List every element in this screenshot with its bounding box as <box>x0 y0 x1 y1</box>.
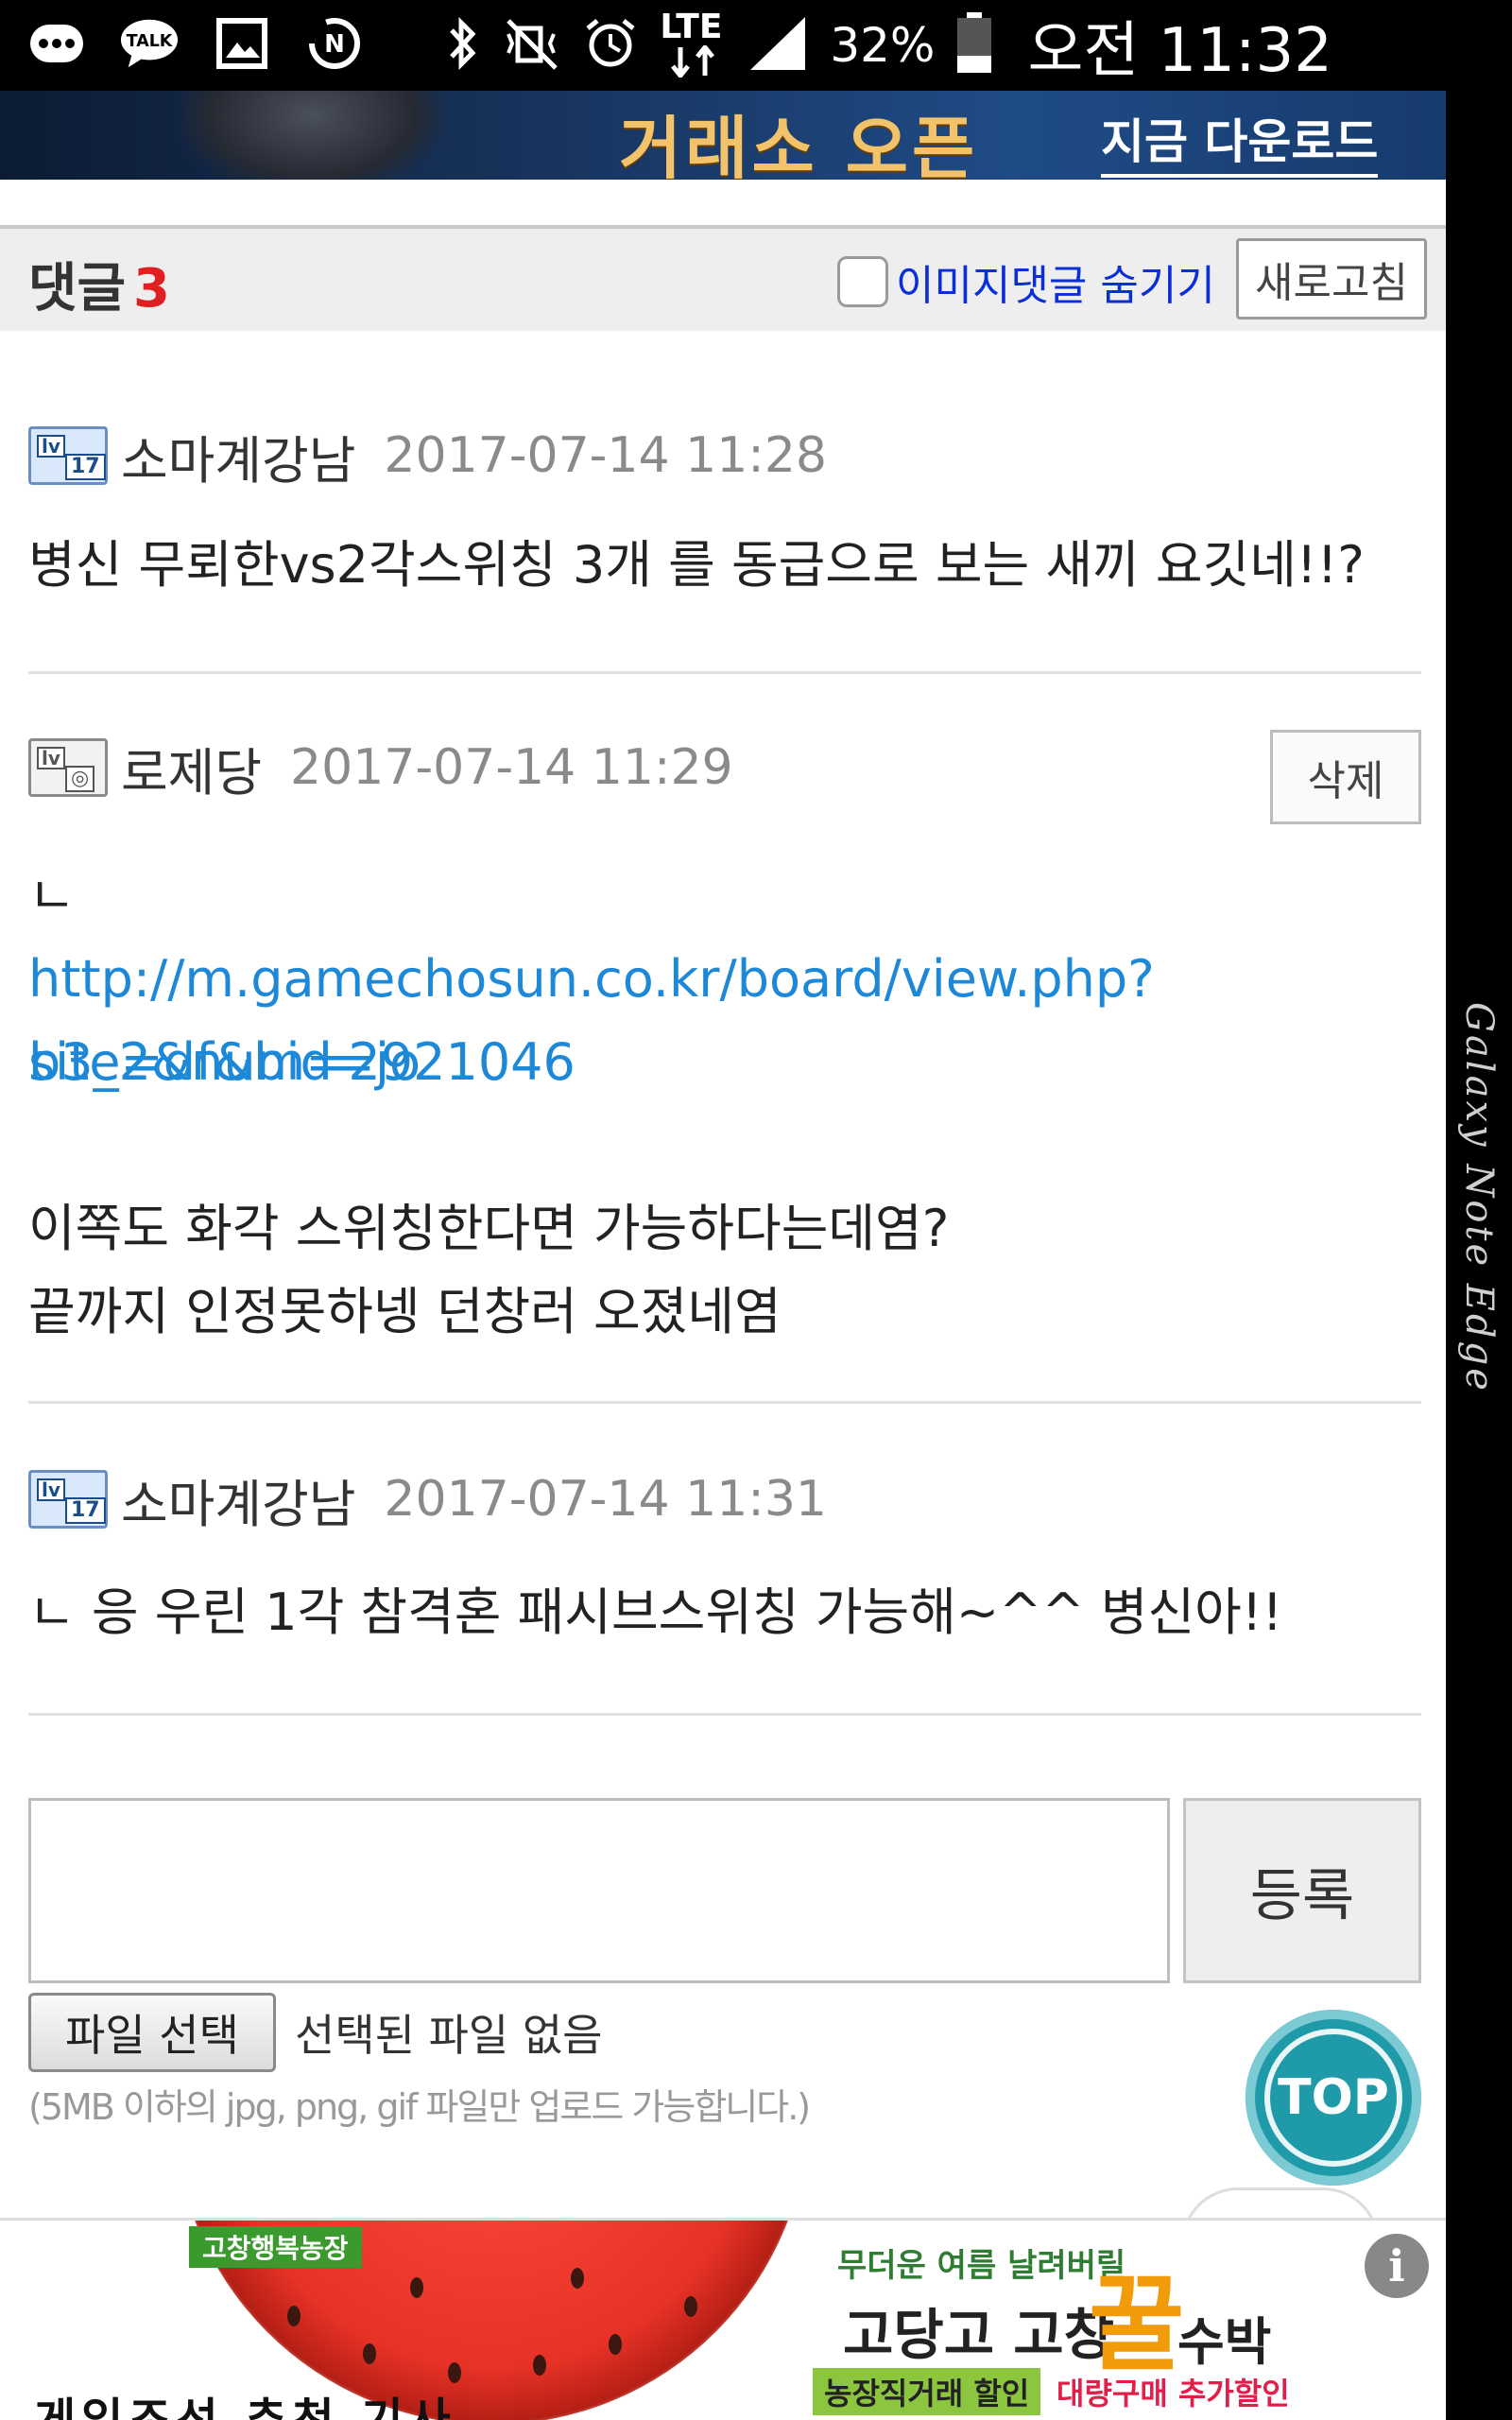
lte-label: LTE <box>660 8 723 46</box>
ad-copy-line1: 무더운 여름 날려버릴 <box>837 2247 1126 2285</box>
file-status-text: 선택된 파일 없음 <box>295 2010 603 2061</box>
mute-icon <box>503 15 561 76</box>
naver-icon-label: N <box>324 30 345 59</box>
file-select-button[interactable]: 파일 선택 <box>28 1993 276 2072</box>
ad-figure-image <box>180 91 444 180</box>
level-badge-b: ◎ <box>65 766 95 792</box>
comment-divider <box>28 671 1421 674</box>
more-icon <box>26 13 87 74</box>
comments-title: 댓글 3 <box>28 246 170 322</box>
ad-copy-line3: 수박 <box>1177 2312 1272 2372</box>
comment-item: lv 17 소마계강남 2017-07-14 11:28 병신 무뢰한vs2각스위… <box>28 418 1421 626</box>
ad-title: 거래소 오픈 <box>619 109 979 180</box>
clock: 오전 11:32 <box>1027 16 1332 86</box>
level-badge-icon: lv 17 <box>28 426 108 485</box>
comment-author[interactable]: 소마계강남 <box>121 419 355 493</box>
web-page[interactable]: 거래소 오픈 지금 다운로드 댓글 3 이미지댓글 숨기기 새로고침 lv 17 소… <box>0 91 1446 2420</box>
comment-divider <box>28 1713 1421 1716</box>
refresh-button[interactable]: 새로고침 <box>1236 238 1427 320</box>
file-upload-note: (5MB 이하의 jpg, png, gif 파일만 업로드 가능합니다.) <box>28 2086 811 2128</box>
comment-text: ㄴ <box>28 866 76 925</box>
ad-info-icon[interactable]: i <box>1365 2234 1429 2298</box>
comment-textarea[interactable] <box>28 1798 1170 1983</box>
comment-header: lv 17 소마계강남 2017-07-14 11:31 <box>28 1461 827 1537</box>
comments-label: 댓글 <box>28 258 127 320</box>
comment-divider <box>28 1401 1421 1404</box>
comments-header: 댓글 3 이미지댓글 숨기기 새로고침 <box>0 225 1446 331</box>
gallery-icon <box>212 13 272 74</box>
comment-author[interactable]: 로제당 <box>121 731 262 805</box>
comment-date: 2017-07-14 11:28 <box>384 427 827 484</box>
ad-honey-text: 꿀 <box>1089 2264 1185 2385</box>
scroll-to-top-button[interactable]: TOP <box>1246 2010 1421 2186</box>
comment-link[interactable]: b3_2&num=2921046 <box>28 1021 576 1104</box>
comments-count: 3 <box>133 258 171 320</box>
comment-item: lv 17 소마계강남 2017-07-14 11:31 ㄴ 응 우린 1각 참격… <box>28 1461 1421 1669</box>
file-upload-row: 파일 선택 선택된 파일 없음 <box>28 1993 602 2072</box>
level-badge-a: lv <box>37 435 65 458</box>
comment-author[interactable]: 소마계강남 <box>121 1462 355 1537</box>
submit-comment-button[interactable]: 등록 <box>1183 1798 1421 1983</box>
alarm-icon <box>582 15 639 76</box>
comment-text: 이쪽도 화각 스위칭한다면 가능하다는데염? <box>28 1199 950 1258</box>
level-badge-b: 17 <box>65 1497 106 1524</box>
ad-copy-line4: 농장직거래 할인 <box>813 2368 1041 2415</box>
level-badge-a: lv <box>37 747 65 769</box>
comment-text: 병신 무뢰한vs2각스위칭 3개 를 동급으로 보는 새끼 요깃네!!? <box>28 535 1365 595</box>
level-badge-icon: lv 17 <box>28 1470 108 1529</box>
level-badge-a: lv <box>37 1478 65 1501</box>
ad-copy-line5: 대량구매 추가할인 <box>1057 2376 1290 2411</box>
farm-tag: 고창행복농장 <box>189 2226 362 2268</box>
top-banner-ad[interactable]: 거래소 오픈 지금 다운로드 <box>0 91 1446 180</box>
delete-comment-button[interactable]: 삭제 <box>1270 730 1421 824</box>
comment-header: lv ◎ 로제당 2017-07-14 11:29 <box>28 730 733 805</box>
kakao-icon-label: TALK <box>127 32 174 51</box>
status-bar: TALK N LTE 32% 오전 11:32 <box>0 0 1512 91</box>
top-label[interactable]: TOP <box>1264 2029 1402 2167</box>
battery-icon <box>955 12 993 78</box>
hide-image-comments-checkbox[interactable] <box>837 256 888 307</box>
lte-icon: LTE <box>660 8 726 83</box>
comment-date: 2017-07-14 11:31 <box>384 1471 827 1528</box>
level-badge-b: 17 <box>65 454 106 480</box>
next-section-title: 게임조선 추천 기사 <box>34 2394 456 2420</box>
comment-date: 2017-07-14 11:29 <box>290 739 733 796</box>
edge-device-label: Galaxy Note Edge <box>1457 1002 1501 1393</box>
bluetooth-icon <box>444 15 482 76</box>
naver-icon: N <box>304 13 365 74</box>
level-badge-icon: lv ◎ <box>28 738 108 797</box>
ad-download-link[interactable]: 지금 다운로드 <box>1101 104 1379 178</box>
comment-text: ㄴ 응 우린 1각 참격혼 패시브스위칭 가능해~^^ 병신아!! <box>28 1582 1283 1642</box>
kakaotalk-icon: TALK <box>119 13 180 74</box>
comment-item: lv ◎ 로제당 2017-07-14 11:29 삭제 ㄴ http://m.g… <box>28 730 1421 1429</box>
comment-header: lv 17 소마계강남 2017-07-14 11:28 <box>28 418 827 493</box>
hide-image-comments-label[interactable]: 이미지댓글 숨기기 <box>896 251 1215 312</box>
comment-text: 끝까지 인정못하넹 던창러 오졌네염 <box>28 1282 782 1341</box>
hide-image-comments-toggle[interactable]: 이미지댓글 숨기기 <box>837 251 1215 312</box>
battery-percent: 32% <box>830 18 936 73</box>
ad-copy-line2: 고당고 고창 <box>843 2303 1114 2367</box>
signal-icon <box>747 13 809 78</box>
